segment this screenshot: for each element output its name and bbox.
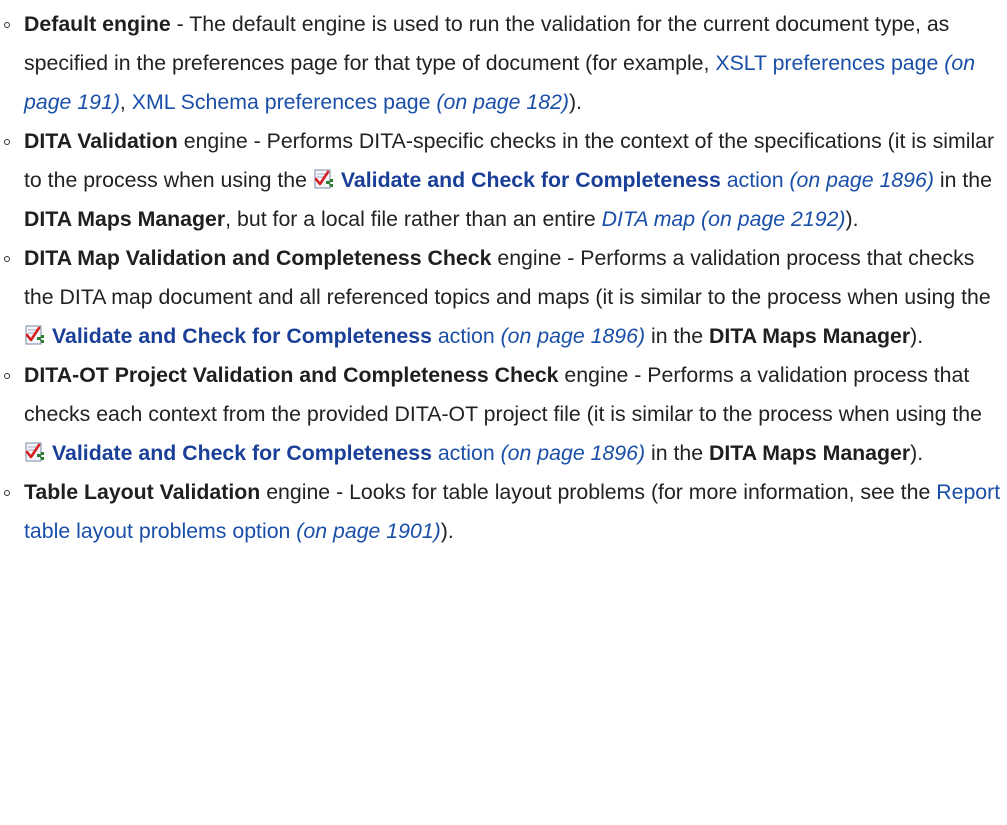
action-link-suffix[interactable]: action: [432, 441, 495, 465]
page-reference: (on page 1901): [290, 519, 441, 543]
connector-text: in the: [645, 441, 709, 465]
xml-schema-preferences-link[interactable]: XML Schema preferences page: [132, 90, 431, 114]
validate-check-completeness-link[interactable]: Validate and Check for Completeness: [52, 324, 432, 348]
engine-name: DITA Map Validation and Completeness Che…: [24, 246, 492, 270]
engine-description: engine - Looks for table layout problems…: [260, 480, 937, 504]
page-reference: (on page 1896): [494, 324, 646, 348]
engine-name: DITA-OT Project Validation and Completen…: [24, 363, 559, 387]
validate-check-icon: [313, 168, 335, 190]
dita-maps-manager-label: DITA Maps Manager: [709, 441, 911, 465]
page-reference: (on page 1896): [783, 168, 934, 192]
list-item-dita-ot-project-validation: DITA-OT Project Validation and Completen…: [0, 356, 1007, 473]
validate-check-completeness-link[interactable]: Validate and Check for Completeness: [52, 441, 432, 465]
list-item-table-layout-validation: Table Layout Validation engine - Looks f…: [0, 473, 1007, 551]
connector-text: in the: [933, 168, 992, 192]
action-link-suffix[interactable]: action: [721, 168, 784, 192]
dita-maps-manager-label: DITA Maps Manager: [709, 324, 911, 348]
list-item-default-engine: Default engine - The default engine is u…: [0, 5, 1007, 122]
connector-text: in the: [645, 324, 709, 348]
validate-check-completeness-link[interactable]: Validate and Check for Completeness: [341, 168, 721, 192]
separator-text: ,: [119, 90, 132, 114]
closing-text: ).: [845, 207, 859, 231]
dita-map-link[interactable]: DITA map: [602, 207, 696, 231]
engine-description-continued: , but for a local file rather than an en…: [225, 207, 602, 231]
engine-name: DITA Validation: [24, 129, 178, 153]
validation-engine-list: Default engine - The default engine is u…: [0, 0, 1007, 551]
list-item-dita-validation: DITA Validation engine - Performs DITA-s…: [0, 122, 1007, 239]
action-link-suffix[interactable]: action: [432, 324, 495, 348]
engine-name: Table Layout Validation: [24, 480, 261, 504]
closing-text: ).: [440, 519, 454, 543]
document-page: Default engine - The default engine is u…: [0, 0, 1007, 825]
closing-text: ).: [910, 324, 924, 348]
page-reference: (on page 182): [430, 90, 570, 114]
engine-name: Default engine: [24, 12, 171, 36]
validate-check-icon: [24, 324, 46, 346]
closing-text: ).: [910, 441, 924, 465]
page-reference: (on page 1896): [494, 441, 646, 465]
dita-maps-manager-label: DITA Maps Manager: [24, 207, 226, 231]
page-reference: (on page 2192): [695, 207, 846, 231]
list-item-dita-map-validation: DITA Map Validation and Completeness Che…: [0, 239, 1007, 356]
xslt-preferences-link[interactable]: XSLT preferences page: [715, 51, 938, 75]
closing-text: ).: [569, 90, 583, 114]
validate-check-icon: [24, 441, 46, 463]
